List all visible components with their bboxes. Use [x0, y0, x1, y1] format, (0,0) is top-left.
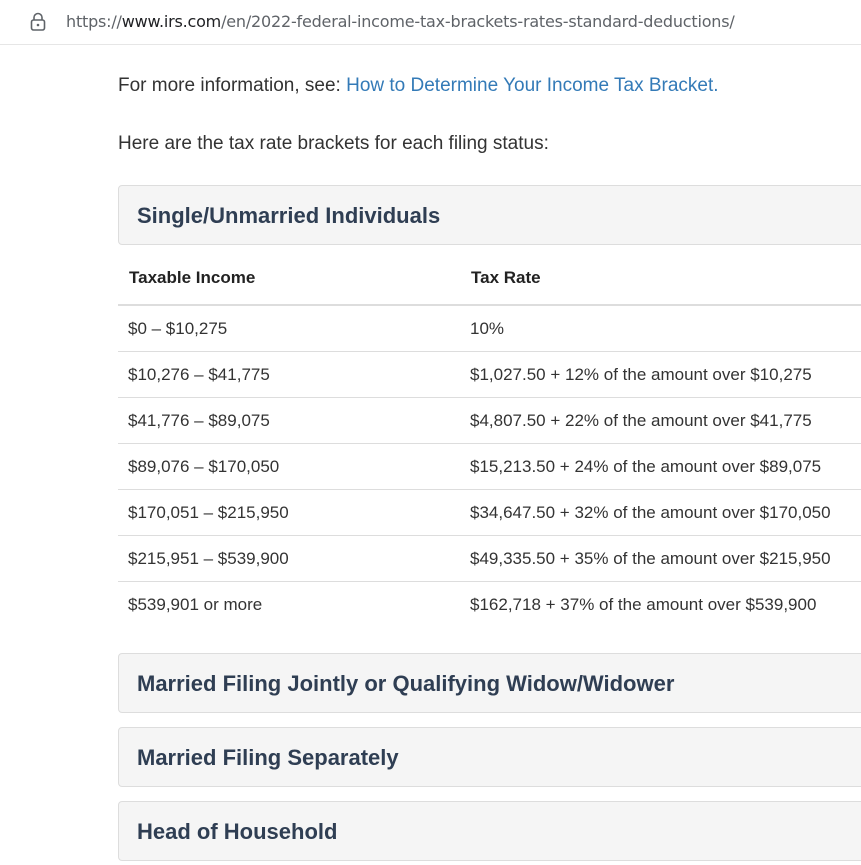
income-cell: $0 – $10,275: [128, 318, 228, 338]
brackets-intro: Here are the tax rate brackets for each …: [118, 133, 549, 154]
single-brackets-table: Taxable Income Tax Rate $0 – $10,275 10%…: [118, 252, 861, 627]
panel-single-header[interactable]: Single/Unmarried Individuals: [118, 185, 861, 245]
table-row: $89,076 – $170,050 $15,213.50 + 24% of t…: [118, 443, 861, 490]
panel-single-title: Single/Unmarried Individuals: [137, 203, 441, 228]
rate-cell: $162,718 + 37% of the amount over $539,9…: [460, 581, 861, 627]
income-cell: $41,776 – $89,075: [118, 397, 460, 444]
table-header-row: Taxable Income Tax Rate: [118, 252, 861, 306]
rate-cell: $34,647.50 + 32% of the amount over $170…: [460, 489, 861, 536]
header-tax-rate: Tax Rate: [460, 252, 861, 306]
panel-married-separately-header[interactable]: Married Filing Separately: [118, 727, 861, 787]
income-cell: $170,051 – $215,950: [118, 489, 460, 536]
table-row: $170,051 – $215,950 $34,647.50 + 32% of …: [118, 489, 861, 536]
panel-head-of-household-header[interactable]: Head of Household: [118, 801, 861, 861]
header-taxable-income: Taxable Income: [118, 252, 460, 306]
url-host: www.irs.com: [121, 12, 222, 31]
panel-married-jointly-header[interactable]: Married Filing Jointly or Qualifying Wid…: [118, 653, 861, 713]
address-bar[interactable]: https://www.irs.com/en/2022-federal-inco…: [0, 0, 861, 45]
income-cell: $215,951 – $539,900: [118, 535, 460, 582]
more-info-paragraph: For more information, see: How to Determ…: [118, 74, 719, 98]
rate-cell: $4,807.50 + 22% of the amount over $41,7…: [460, 397, 861, 444]
table-row: $41,776 – $89,075 $4,807.50 + 22% of the…: [118, 397, 861, 444]
rate-cell: $49,335.50 + 35% of the amount over $215…: [460, 535, 861, 582]
table-row: $10,276 – $41,775 $1,027.50 + 12% of the…: [118, 351, 861, 398]
panel-head-of-household-title: Head of Household: [137, 819, 338, 844]
panel-married-jointly-title: Married Filing Jointly or Qualifying Wid…: [137, 671, 675, 696]
lock-icon[interactable]: [28, 11, 48, 33]
table-row: $539,901 or more $162,718 + 37% of the a…: [118, 581, 861, 627]
table-row: $0 – $10,275 10%: [118, 305, 861, 352]
table-row: $215,951 – $539,900 $49,335.50 + 35% of …: [118, 535, 861, 582]
rate-cell: $15,213.50 + 24% of the amount over $89,…: [460, 443, 861, 490]
url-text[interactable]: https://www.irs.com/en/2022-federal-inco…: [66, 11, 735, 33]
income-cell: $10,276 – $41,775: [118, 351, 460, 398]
rate-cell: $1,027.50 + 12% of the amount over $10,2…: [460, 351, 861, 398]
income-cell: $539,901 or more: [118, 581, 460, 627]
rate-cell: 10%: [470, 318, 505, 338]
income-cell: $89,076 – $170,050: [118, 443, 460, 490]
url-scheme: https://: [66, 12, 122, 31]
tax-bracket-link[interactable]: How to Determine Your Income Tax Bracket…: [346, 75, 718, 96]
panel-married-separately-title: Married Filing Separately: [137, 745, 399, 770]
more-info-prefix: For more information, see:: [118, 75, 347, 96]
url-path: /en/2022-federal-income-tax-brackets-rat…: [221, 12, 735, 31]
